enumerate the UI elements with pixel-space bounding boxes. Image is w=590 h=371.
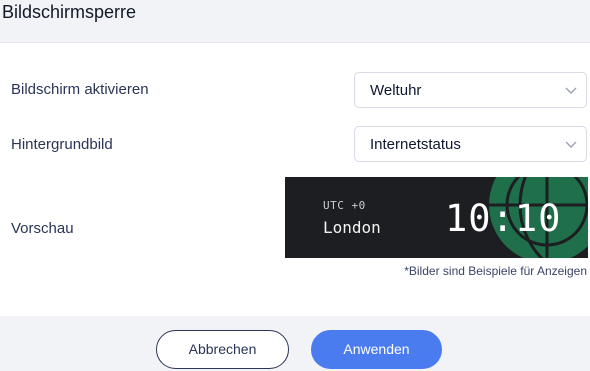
apply-button[interactable]: Anwenden	[311, 330, 442, 369]
dialog-header: Bildschirmsperre	[0, 0, 590, 43]
screen-activate-label: Bildschirm aktivieren	[11, 81, 149, 98]
screen-activate-value: Weltuhr	[370, 82, 422, 99]
example-note: *Bilder sind Beispiele für Anzeigen	[404, 264, 587, 278]
preview-time: 10:10	[445, 197, 562, 240]
wallpaper-label: Hintergrundbild	[11, 136, 113, 153]
wallpaper-select[interactable]: Internetstatus	[354, 126, 587, 162]
dialog-footer	[0, 316, 590, 371]
dialog-title: Bildschirmsperre	[2, 2, 137, 22]
preview-city: London	[323, 218, 381, 237]
lock-screen-dialog: Bildschirmsperre Bildschirm aktivieren W…	[0, 0, 590, 371]
cancel-button[interactable]: Abbrechen	[156, 330, 289, 369]
preview-timezone: UTC +0	[323, 199, 366, 212]
lock-screen-preview: UTC +0 London 10:10	[285, 177, 588, 258]
screen-activate-select[interactable]: Weltuhr	[354, 72, 587, 108]
chevron-down-icon	[565, 87, 577, 94]
wallpaper-value: Internetstatus	[370, 136, 461, 153]
chevron-down-icon	[565, 141, 577, 148]
preview-label: Vorschau	[11, 220, 74, 237]
